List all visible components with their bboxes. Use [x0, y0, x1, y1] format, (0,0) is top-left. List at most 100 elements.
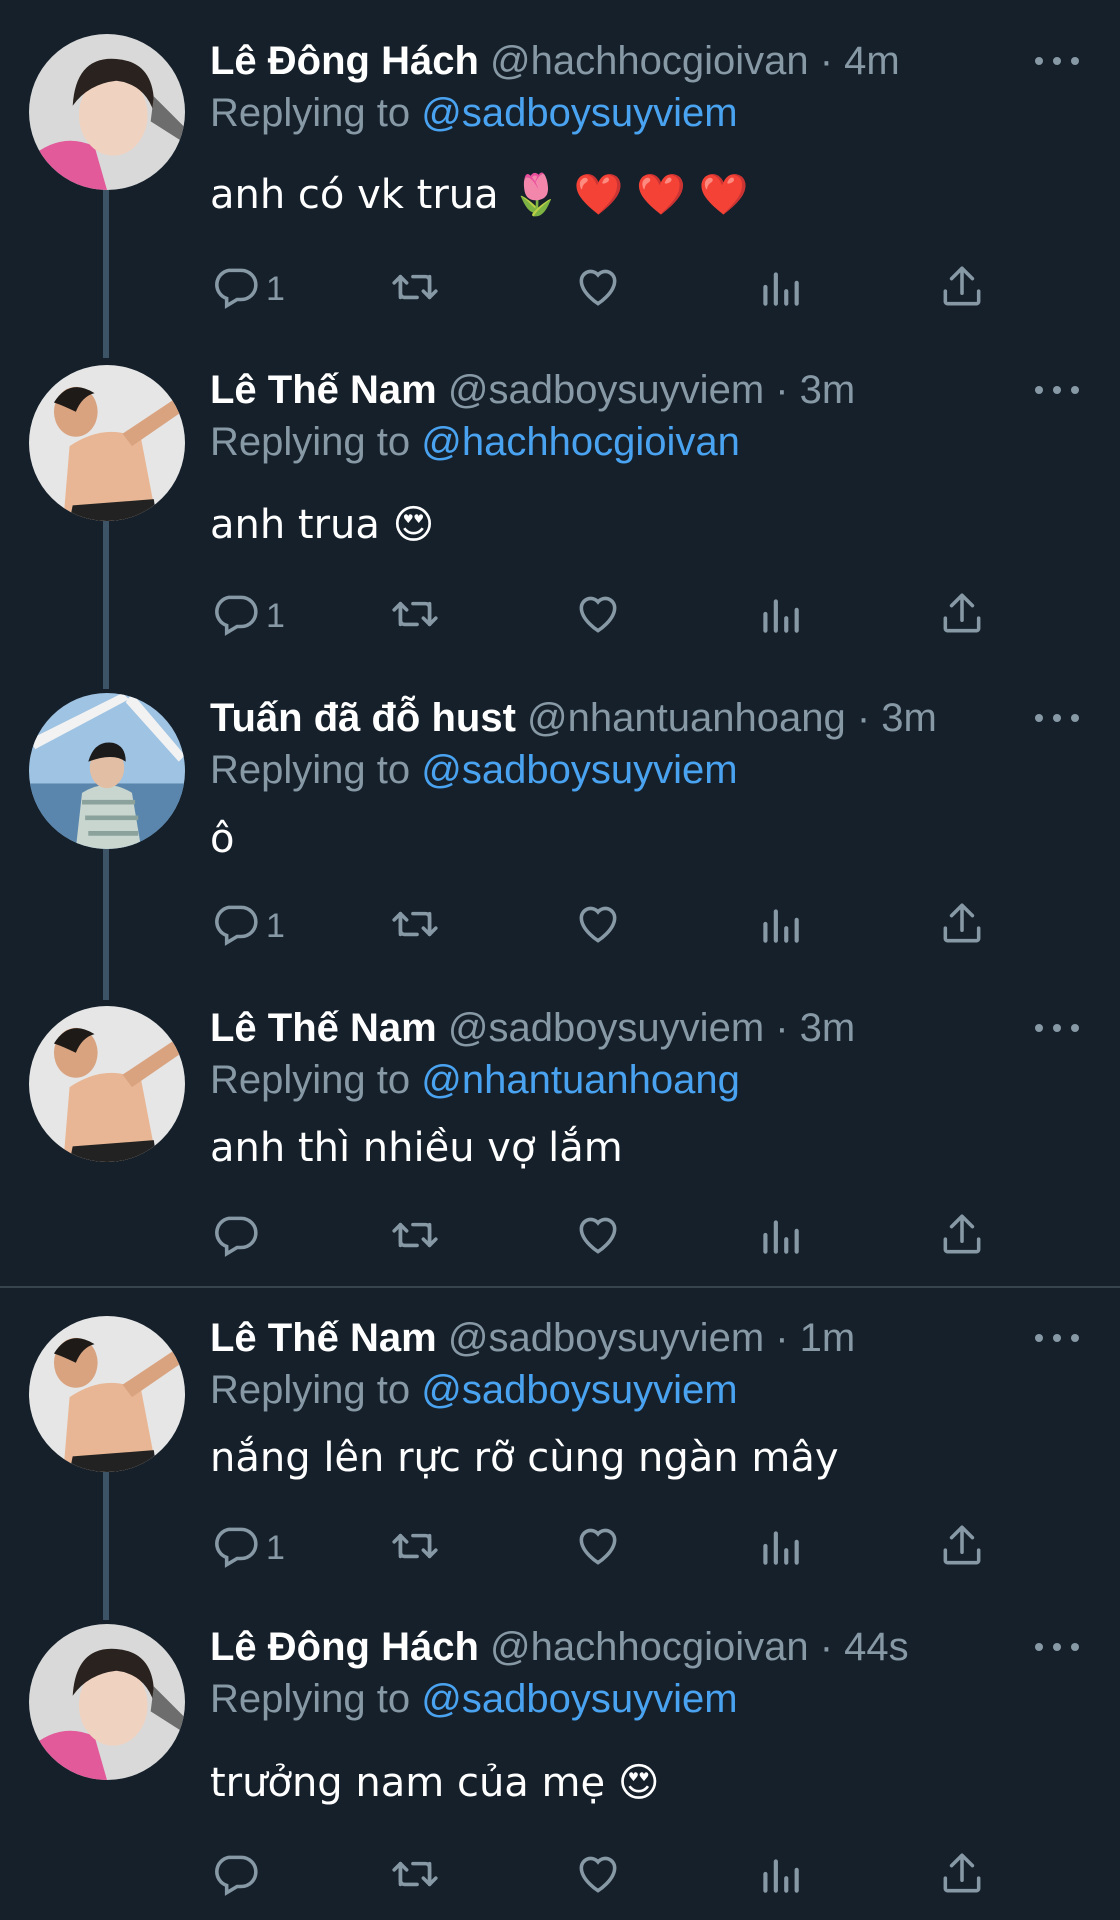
analytics-button[interactable]	[755, 1205, 805, 1269]
retweet-button[interactable]	[390, 1844, 440, 1908]
retweet-icon	[390, 1210, 440, 1265]
retweet-button[interactable]	[390, 584, 440, 648]
analytics-icon	[755, 1210, 805, 1265]
display-name[interactable]: Lê Đông Hách	[210, 39, 479, 83]
reply-icon	[210, 1210, 260, 1265]
reply-button[interactable]: 1	[210, 584, 285, 648]
avatar[interactable]	[29, 1624, 185, 1780]
mention-link[interactable]: @sadboysuyviem	[421, 1368, 737, 1412]
retweet-icon	[390, 899, 440, 954]
like-button[interactable]	[573, 1205, 623, 1269]
display-name[interactable]: Lê Thế Nam	[210, 1316, 437, 1360]
reply-button[interactable]: 1	[210, 1516, 285, 1580]
like-button[interactable]	[573, 894, 623, 958]
tweet[interactable]: Lê Đông Hách @hachhocgioivan · 44s Reply…	[0, 1598, 1120, 1920]
replying-to-label: Replying to	[210, 420, 422, 464]
retweet-icon	[390, 589, 440, 644]
reply-count: 1	[266, 596, 285, 635]
like-icon	[573, 899, 623, 954]
share-button[interactable]	[937, 894, 987, 958]
tweet-text: nắng lên rực rỡ cùng ngàn mây	[210, 1435, 839, 1481]
tweet-header: Lê Đông Hách @hachhocgioivan · 4m	[210, 33, 900, 89]
share-button[interactable]	[937, 1205, 987, 1269]
avatar[interactable]	[29, 34, 185, 190]
share-button[interactable]	[937, 584, 987, 648]
like-button[interactable]	[573, 584, 623, 648]
handle-and-time[interactable]: @hachhocgioivan · 44s	[490, 1625, 909, 1669]
like-button[interactable]	[573, 1516, 623, 1580]
display-name[interactable]: Tuấn đã đỗ hust	[210, 696, 516, 740]
reply-count: 1	[266, 906, 285, 945]
share-button[interactable]	[937, 257, 987, 321]
retweet-icon	[390, 1521, 440, 1576]
action-bar: 1	[210, 584, 1010, 648]
avatar[interactable]	[29, 1316, 185, 1472]
more-options-icon[interactable]	[1035, 53, 1079, 69]
avatar[interactable]	[29, 365, 185, 521]
display-name[interactable]: Lê Thế Nam	[210, 368, 437, 412]
like-button[interactable]	[573, 1844, 623, 1908]
tweet-thread: Lê Đông Hách @hachhocgioivan · 4m Replyi…	[0, 0, 1120, 1920]
action-bar: 1	[210, 894, 1010, 958]
reply-icon	[210, 899, 260, 954]
analytics-button[interactable]	[755, 1844, 805, 1908]
reply-icon	[210, 1521, 260, 1576]
analytics-button[interactable]	[755, 1516, 805, 1580]
handle-and-time[interactable]: @nhantuanhoang · 3m	[527, 696, 937, 740]
tweet[interactable]: Lê Thế Nam @sadboysuyviem · 3m Replying …	[0, 345, 1120, 675]
analytics-button[interactable]	[755, 894, 805, 958]
retweet-button[interactable]	[390, 257, 440, 321]
retweet-button[interactable]	[390, 894, 440, 958]
tweet-text: trưởng nam của mẹ 😍	[210, 1760, 660, 1806]
avatar[interactable]	[29, 693, 185, 849]
reply-icon	[210, 589, 260, 644]
retweet-button[interactable]	[390, 1205, 440, 1269]
replying-to-label: Replying to	[210, 1058, 422, 1102]
replying-to: Replying to @sadboysuyviem	[210, 86, 738, 140]
mention-link[interactable]: @nhantuanhoang	[421, 1058, 740, 1102]
more-options-icon[interactable]	[1035, 1639, 1079, 1655]
like-icon	[573, 262, 623, 317]
share-icon	[937, 262, 987, 317]
share-button[interactable]	[937, 1844, 987, 1908]
mention-link[interactable]: @sadboysuyviem	[421, 91, 737, 135]
tweet[interactable]: Lê Thế Nam @sadboysuyviem · 3m Replying …	[0, 985, 1120, 1285]
handle-and-time[interactable]: @sadboysuyviem · 1m	[448, 1316, 855, 1360]
like-icon	[573, 1521, 623, 1576]
more-options-icon[interactable]	[1035, 1020, 1079, 1036]
section-divider	[0, 1286, 1120, 1288]
action-bar	[210, 1844, 1010, 1908]
mention-link[interactable]: @sadboysuyviem	[421, 1677, 737, 1721]
mention-link[interactable]: @hachhocgioivan	[421, 420, 740, 464]
like-button[interactable]	[573, 257, 623, 321]
avatar[interactable]	[29, 1006, 185, 1162]
tweet[interactable]: Lê Đông Hách @hachhocgioivan · 4m Replyi…	[0, 0, 1120, 345]
display-name[interactable]: Lê Đông Hách	[210, 1625, 479, 1669]
replying-to: Replying to @hachhocgioivan	[210, 415, 740, 469]
action-bar: 1	[210, 1516, 1010, 1580]
reply-button[interactable]	[210, 1205, 266, 1269]
tweet[interactable]: Lê Thế Nam @sadboysuyviem · 1m Replying …	[0, 1290, 1120, 1598]
analytics-button[interactable]	[755, 257, 805, 321]
tweet[interactable]: Tuấn đã đỗ hust @nhantuanhoang · 3m Repl…	[0, 675, 1120, 985]
reply-button[interactable]: 1	[210, 257, 285, 321]
tweet-text: anh có vk trua 🌷 ❤️ ❤️ ❤️	[210, 172, 749, 218]
analytics-button[interactable]	[755, 584, 805, 648]
share-button[interactable]	[937, 1516, 987, 1580]
like-icon	[573, 1210, 623, 1265]
more-options-icon[interactable]	[1035, 1330, 1079, 1346]
reply-button[interactable]	[210, 1844, 266, 1908]
reply-button[interactable]: 1	[210, 894, 285, 958]
more-options-icon[interactable]	[1035, 382, 1079, 398]
analytics-icon	[755, 1849, 805, 1904]
retweet-icon	[390, 262, 440, 317]
handle-and-time[interactable]: @sadboysuyviem · 3m	[448, 1006, 855, 1050]
more-options-icon[interactable]	[1035, 710, 1079, 726]
retweet-button[interactable]	[390, 1516, 440, 1580]
mention-link[interactable]: @sadboysuyviem	[421, 748, 737, 792]
handle-and-time[interactable]: @hachhocgioivan · 4m	[490, 39, 900, 83]
analytics-icon	[755, 589, 805, 644]
handle-and-time[interactable]: @sadboysuyviem · 3m	[448, 368, 855, 412]
analytics-icon	[755, 1521, 805, 1576]
display-name[interactable]: Lê Thế Nam	[210, 1006, 437, 1050]
